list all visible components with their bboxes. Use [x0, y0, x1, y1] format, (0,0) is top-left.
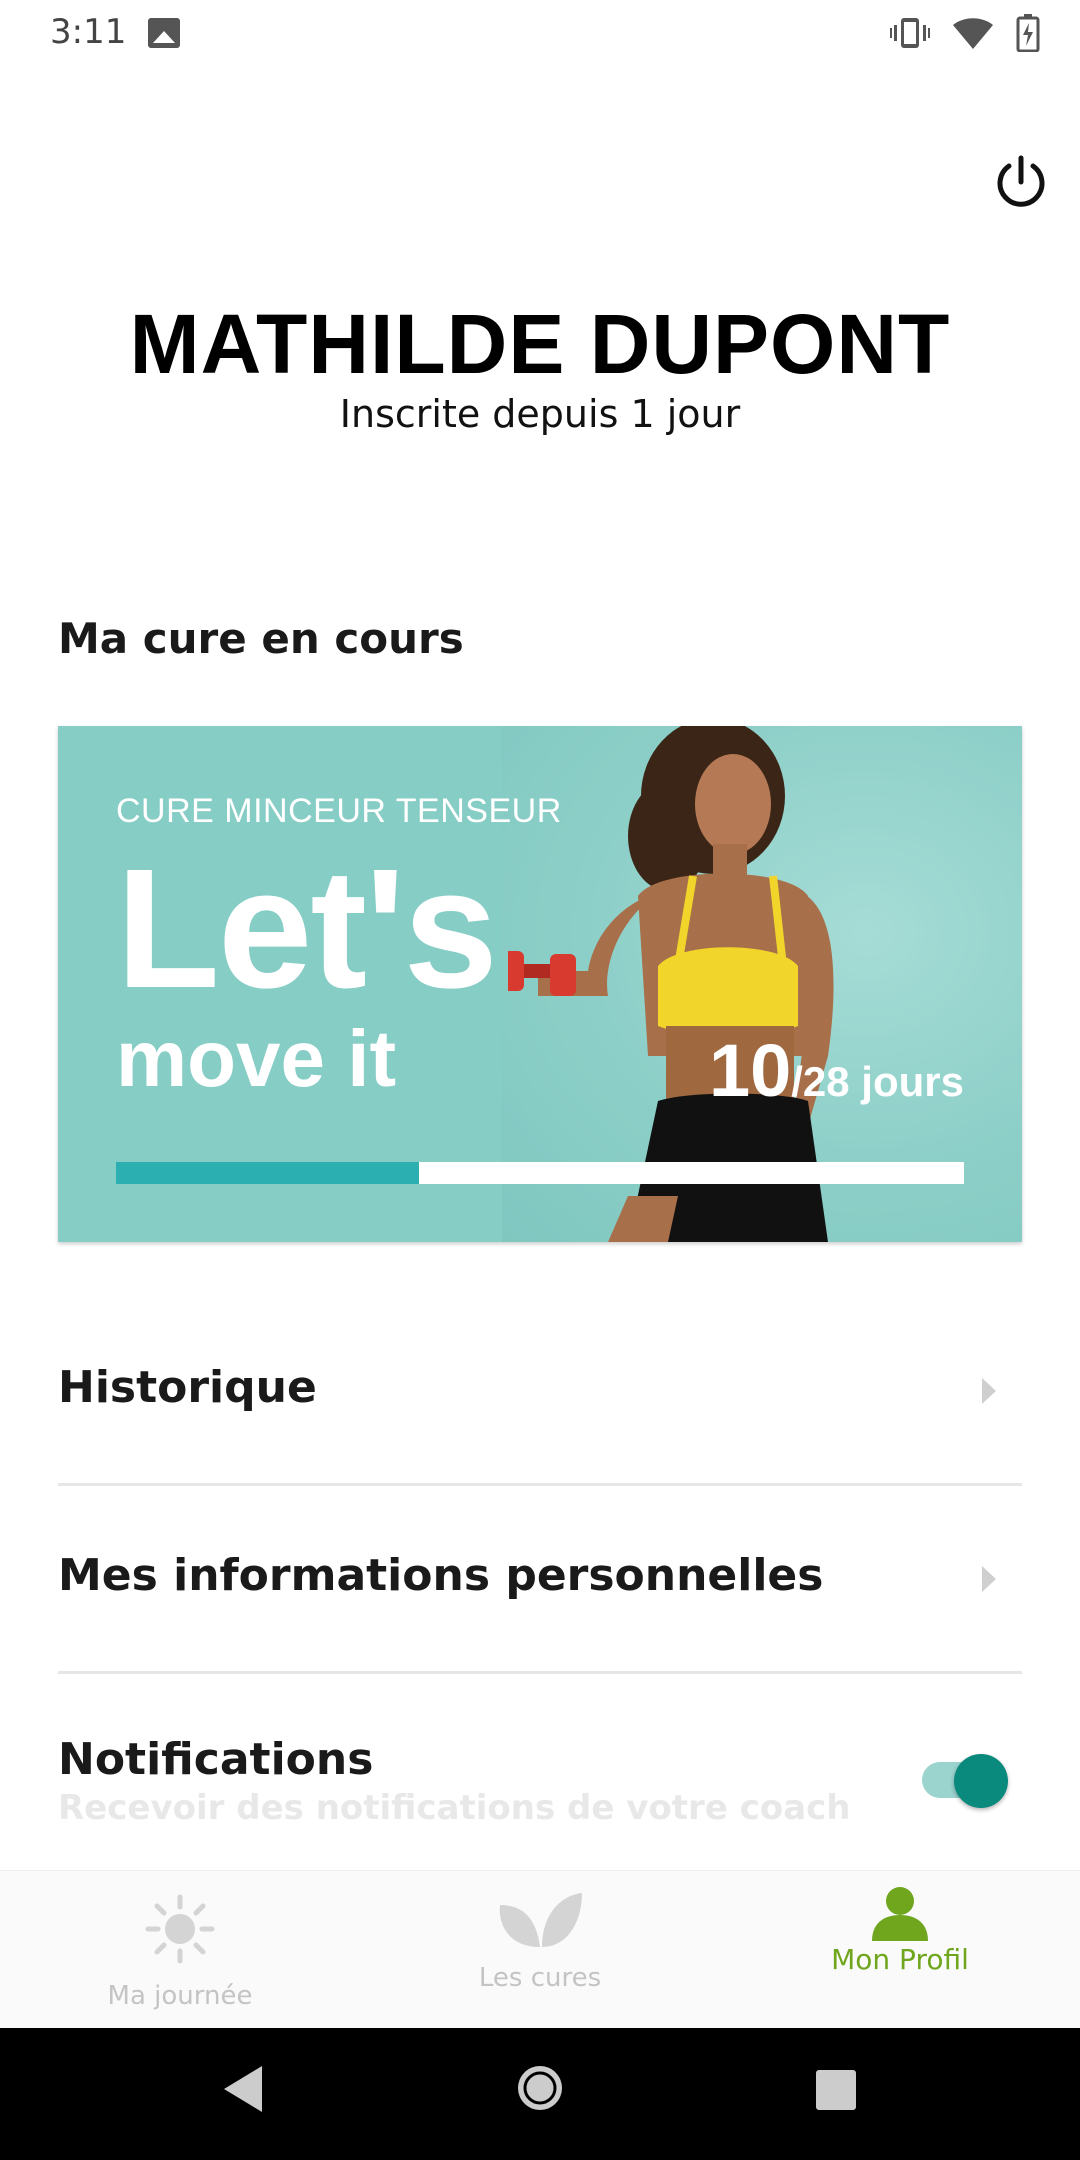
cure-subtitle: CURE MINCEUR TENSEUR [116, 792, 562, 830]
sun-icon [145, 1894, 215, 1964]
cure-title-line1: Let's [116, 834, 498, 1024]
status-icons [890, 14, 1040, 52]
image-icon [148, 18, 180, 48]
history-row[interactable]: Historique [58, 1300, 1022, 1486]
personal-info-row[interactable]: Mes informations personnelles [58, 1488, 1022, 1674]
nav-label: Mon Profil [831, 1943, 969, 1976]
cure-progress-current: 10 [708, 1029, 792, 1112]
home-icon[interactable] [514, 2062, 566, 2114]
personal-info-label: Mes informations personnelles [58, 1550, 824, 1601]
nav-mon-profil[interactable]: Mon Profil [720, 1871, 1080, 2029]
back-icon[interactable] [222, 2064, 266, 2114]
user-name: MATHILDE DUPONT [129, 297, 951, 391]
bottom-nav: Ma journée Les cures Mon Profil [0, 1870, 1080, 2028]
current-cure-title: Ma cure en cours [58, 614, 464, 663]
cure-progress-label: 10/28 jours [709, 1028, 964, 1113]
nav-les-cures[interactable]: Les cures [360, 1871, 720, 2029]
cure-progress-total: /28 jours [791, 1058, 964, 1105]
member-since: Inscrite depuis 1 jour [339, 392, 741, 436]
notifications-toggle[interactable] [920, 1754, 1008, 1808]
chevron-right-icon [982, 1378, 996, 1404]
system-nav-bar [0, 2028, 1080, 2160]
power-icon[interactable] [992, 154, 1050, 212]
status-bar: 3:11 [0, 0, 1080, 66]
current-cure-card[interactable]: CURE MINCEUR TENSEUR Let's move it 10/28… [58, 726, 1022, 1242]
nav-ma-journee[interactable]: Ma journée [0, 1871, 360, 2029]
nav-label: Les cures [478, 1963, 602, 1993]
chevron-right-icon [982, 1566, 996, 1592]
notifications-title: Notifications [58, 1734, 374, 1785]
vibrate-icon [890, 18, 930, 48]
battery-charging-icon [1016, 14, 1040, 52]
history-label: Historique [58, 1362, 317, 1413]
notifications-subtitle: Recevoir des notifications de votre coac… [58, 1788, 851, 1828]
wifi-icon [953, 18, 993, 49]
status-time: 3:11 [50, 12, 127, 52]
recents-icon[interactable] [814, 2068, 858, 2112]
nav-label: Ma journée [107, 1981, 253, 2011]
toggle-thumb [954, 1754, 1008, 1808]
person-icon [872, 1887, 928, 1941]
cure-title-line2: move it [116, 1014, 397, 1103]
cure-progress-bar [116, 1162, 964, 1184]
leaf-icon [499, 1893, 582, 1947]
cure-progress-fill [116, 1162, 419, 1184]
